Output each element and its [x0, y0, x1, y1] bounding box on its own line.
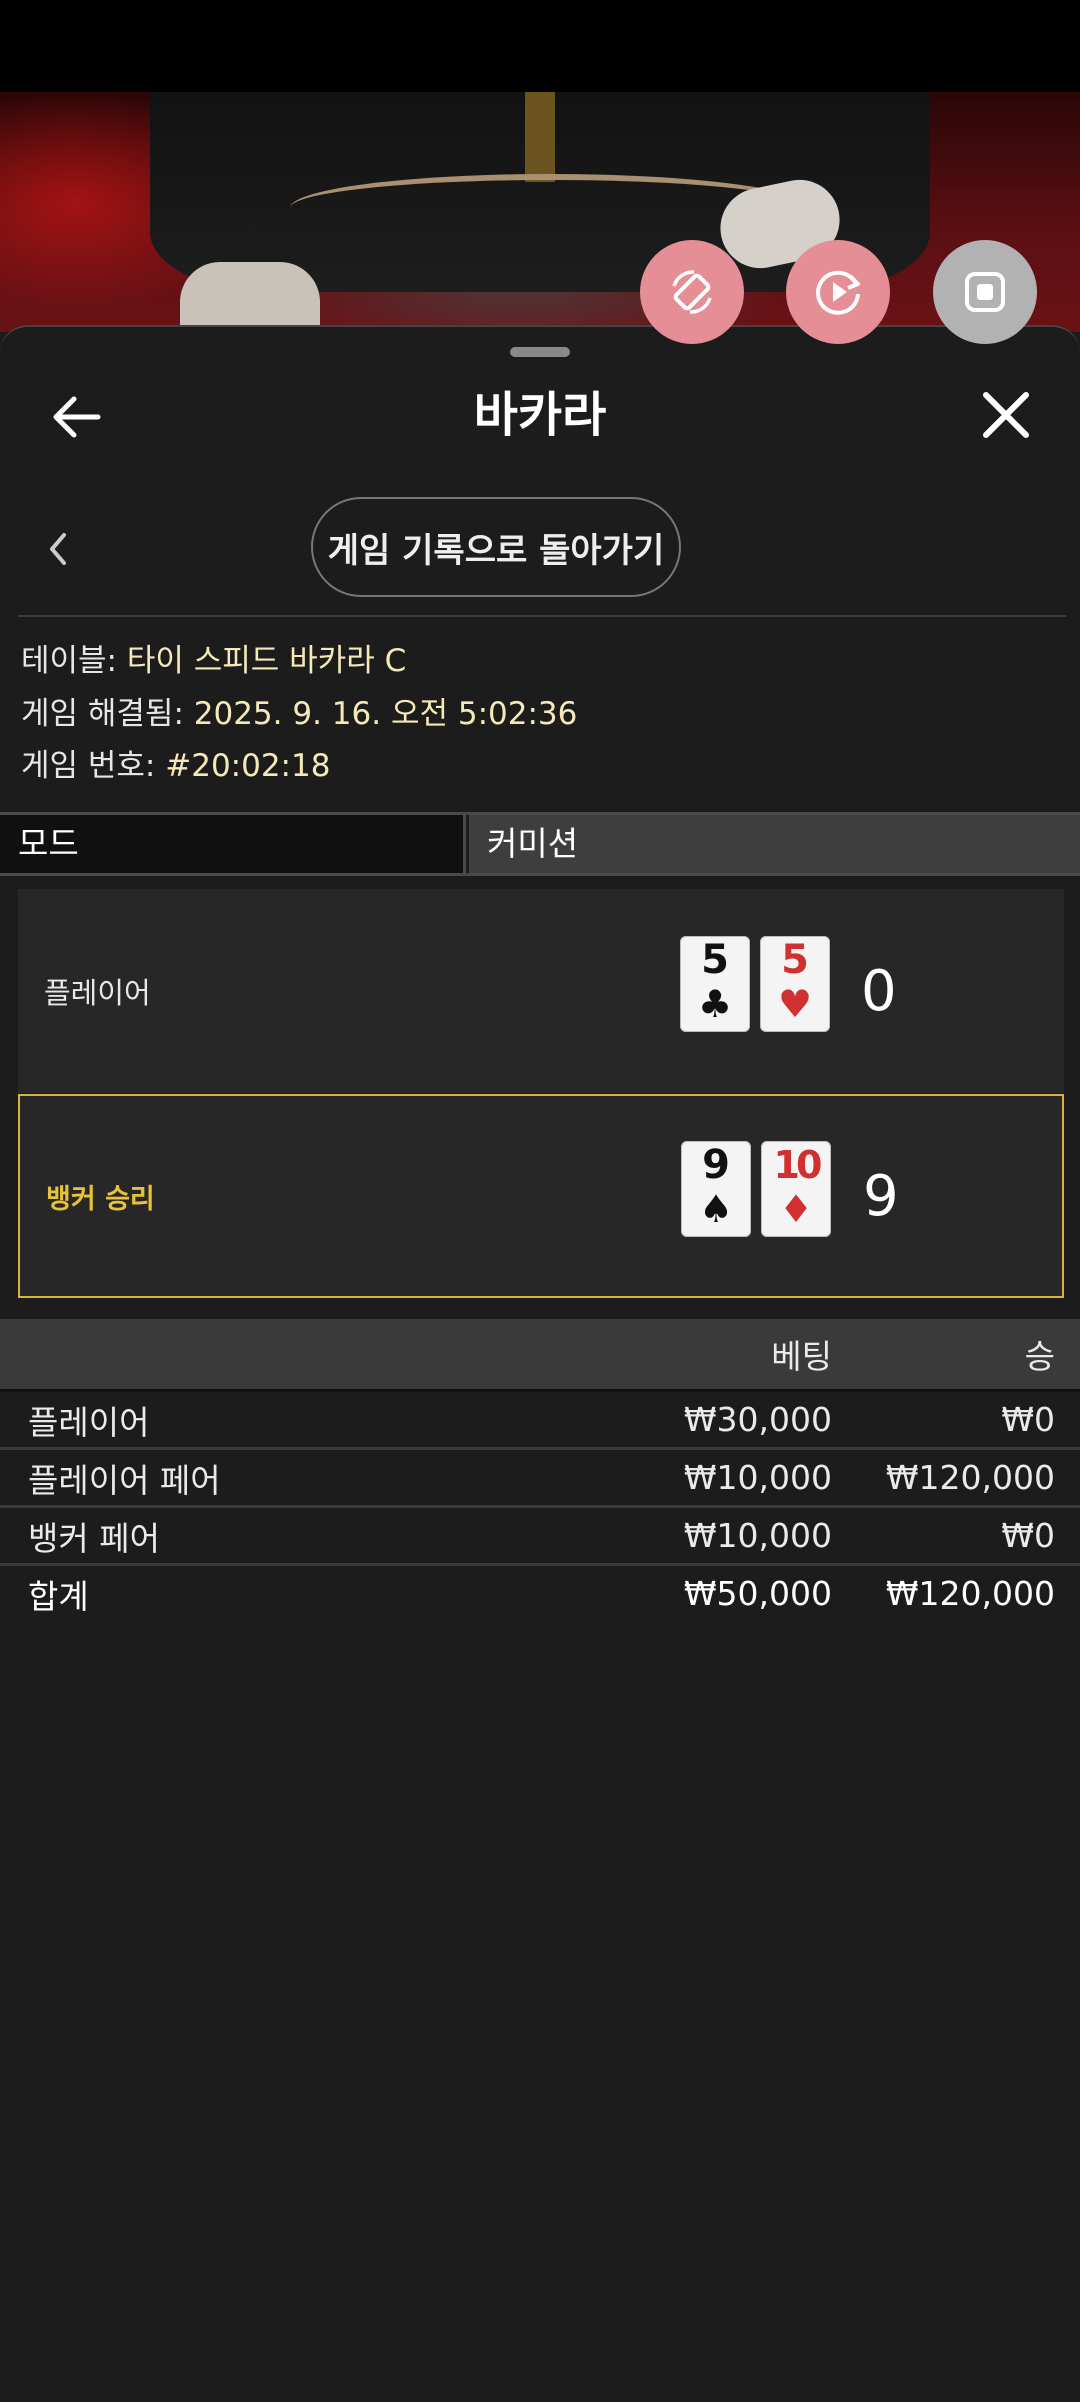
- playing-card: 9 ♠: [681, 1141, 751, 1237]
- resolved-label: 게임 해결됨:: [21, 696, 184, 732]
- bet-amount: ₩10,000: [683, 1458, 832, 1497]
- drag-handle[interactable]: [510, 347, 570, 357]
- card-rank: 5: [781, 937, 809, 983]
- live-video-feed: [0, 92, 1080, 332]
- player-hand-row: 플레이어 5 ♣ 5 ♥ 0: [18, 889, 1064, 1093]
- game-number-value: #20:02:18: [165, 748, 331, 784]
- total-bet-amount: ₩50,000: [683, 1574, 832, 1613]
- card-rank: 10: [773, 1143, 823, 1187]
- bet-name: 플레이어 페어: [28, 1460, 221, 1500]
- win-column-header: 승: [1024, 1337, 1055, 1376]
- playing-card: 5 ♥: [760, 936, 830, 1032]
- win-amount: ₩120,000: [885, 1458, 1055, 1497]
- stop-button[interactable]: [933, 240, 1037, 344]
- chevron-left-icon[interactable]: [44, 527, 70, 571]
- rotate-device-icon: [672, 270, 712, 314]
- total-label: 합계: [28, 1576, 89, 1616]
- win-amount: ₩0: [1001, 1400, 1055, 1439]
- table-label: 테이블:: [21, 643, 118, 679]
- resolved-value: 2025. 9. 16. 오전 5:02:36: [193, 696, 578, 732]
- table-info: 테이블: 타이 스피드 바카라 C: [21, 638, 406, 684]
- player-hand-label: 플레이어: [44, 976, 151, 1010]
- card-rank: 9: [702, 1142, 730, 1188]
- close-icon[interactable]: [980, 389, 1032, 441]
- bet-amount: ₩30,000: [683, 1400, 832, 1439]
- card-rank: 5: [701, 937, 729, 983]
- heart-suit-icon: ♥: [777, 982, 813, 1026]
- game-number-info: 게임 번호: #20:02:18: [21, 743, 330, 789]
- dealer-tie: [525, 92, 555, 182]
- status-bar: [0, 0, 1080, 92]
- bet-name: 뱅커 페어: [28, 1518, 160, 1558]
- table-value: 타이 스피드 바카라 C: [126, 643, 407, 679]
- table-row: 플레이어 페어 ₩10,000 ₩120,000: [0, 1450, 1080, 1508]
- bet-table-header: 베팅 승: [0, 1319, 1080, 1389]
- banker-hand-row: 뱅커 승리 9 ♠ 10 ♦ 9: [18, 1094, 1064, 1298]
- autoplay-icon: [816, 270, 860, 315]
- stop-icon: [965, 272, 1005, 312]
- game-number-label: 게임 번호:: [21, 748, 156, 784]
- bet-column-header: 베팅: [771, 1337, 832, 1376]
- banker-score: 9: [863, 1163, 899, 1229]
- table-row: 플레이어 ₩30,000 ₩0: [0, 1389, 1080, 1450]
- bet-table: 베팅 승 플레이어 ₩30,000 ₩0 플레이어 페어 ₩10,000 ₩12…: [0, 1319, 1080, 1621]
- win-amount: ₩0: [1001, 1516, 1055, 1555]
- spade-suit-icon: ♠: [698, 1187, 734, 1231]
- mode-label: 모드: [0, 815, 466, 873]
- rotate-device-button[interactable]: [640, 240, 744, 344]
- club-suit-icon: ♣: [697, 982, 733, 1026]
- divider: [18, 615, 1066, 617]
- playing-card: 5 ♣: [680, 936, 750, 1032]
- resolved-info: 게임 해결됨: 2025. 9. 16. 오전 5:02:36: [21, 691, 577, 737]
- dealer-hand: [180, 262, 320, 332]
- page-title: 바카라: [473, 387, 607, 443]
- total-row: 합계 ₩50,000 ₩120,000: [0, 1566, 1080, 1621]
- table-row: 뱅커 페어 ₩10,000 ₩0: [0, 1508, 1080, 1566]
- autoplay-button[interactable]: [786, 240, 890, 344]
- bet-name: 플레이어: [28, 1402, 150, 1442]
- back-to-history-button[interactable]: 게임 기록으로 돌아가기: [311, 497, 681, 597]
- bet-amount: ₩10,000: [683, 1516, 832, 1555]
- playing-card: 10 ♦: [761, 1141, 831, 1237]
- banker-win-label: 뱅커 승리: [46, 1183, 155, 1215]
- player-score: 0: [861, 958, 897, 1024]
- mode-value: 커미션: [469, 815, 1080, 873]
- diamond-suit-icon: ♦: [778, 1187, 814, 1231]
- mode-row: 모드 커미션: [0, 812, 1080, 876]
- total-win-amount: ₩120,000: [885, 1574, 1055, 1613]
